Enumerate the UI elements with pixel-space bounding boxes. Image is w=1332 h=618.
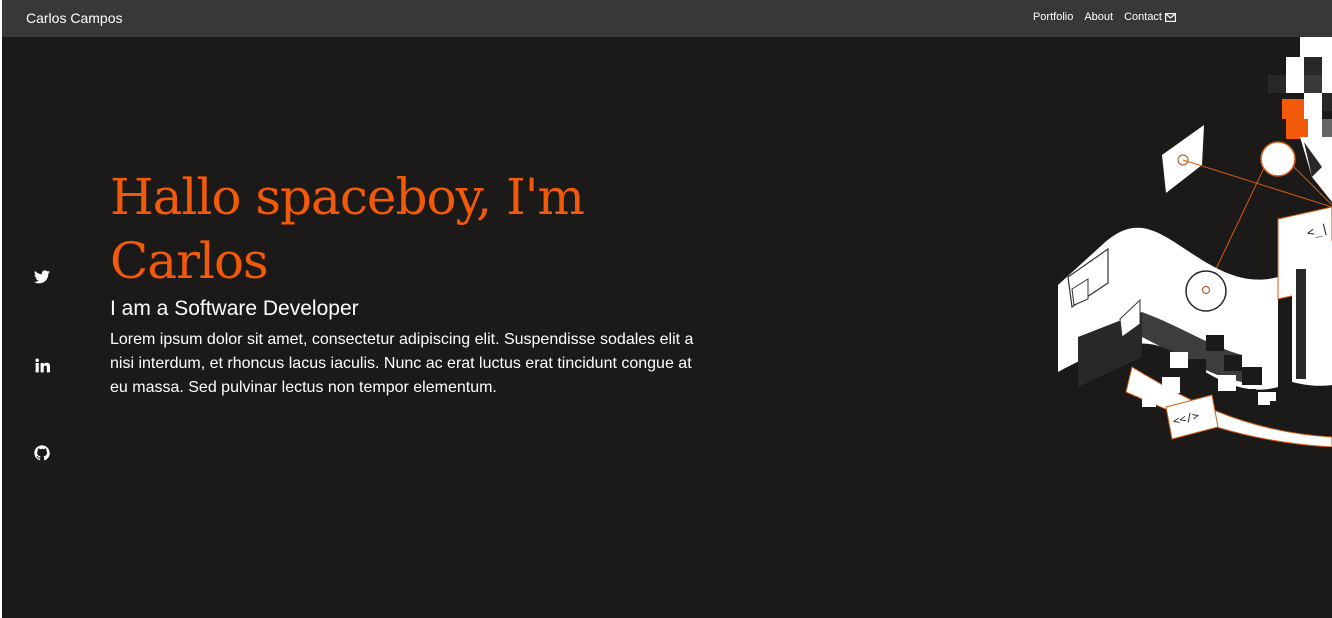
github-icon xyxy=(34,445,50,461)
nav-links: Portfolio About Contact xyxy=(1033,11,1176,23)
twitter-link[interactable] xyxy=(33,268,51,286)
github-link[interactable] xyxy=(33,444,51,462)
hero-text: Lorem ipsum dolor sit amet, consectetur … xyxy=(110,331,694,396)
sheet-circle xyxy=(1185,270,1227,312)
checker-flag xyxy=(1268,37,1332,202)
nav-link-label: About xyxy=(1084,11,1114,23)
twitter-icon xyxy=(34,270,50,284)
orbit-circle xyxy=(1260,141,1296,177)
hero-subtitle: I am a Software Developer xyxy=(110,297,359,320)
nav-link-contact[interactable]: Contact xyxy=(1124,11,1176,23)
nav-link-portfolio[interactable]: Portfolio xyxy=(1033,11,1073,23)
linkedin-icon xyxy=(34,357,50,372)
floating-panel-small xyxy=(1162,125,1204,193)
nav-link-label: Portfolio xyxy=(1032,11,1074,23)
space-illustration: <_| <</> xyxy=(1058,37,1332,447)
envelope-icon xyxy=(1165,12,1176,22)
page: Carlos Campos Portfolio About Contact Ha… xyxy=(2,0,1332,618)
brand-link[interactable]: Carlos Campos xyxy=(26,10,122,26)
hero-title: Hallo spaceboy, I'm Carlos xyxy=(110,168,585,290)
navbar: Carlos Campos Portfolio About Contact xyxy=(2,0,1332,37)
nav-link-about[interactable]: About xyxy=(1084,11,1113,23)
linkedin-link[interactable] xyxy=(33,356,51,374)
nav-link-label: Contact xyxy=(1124,11,1162,23)
